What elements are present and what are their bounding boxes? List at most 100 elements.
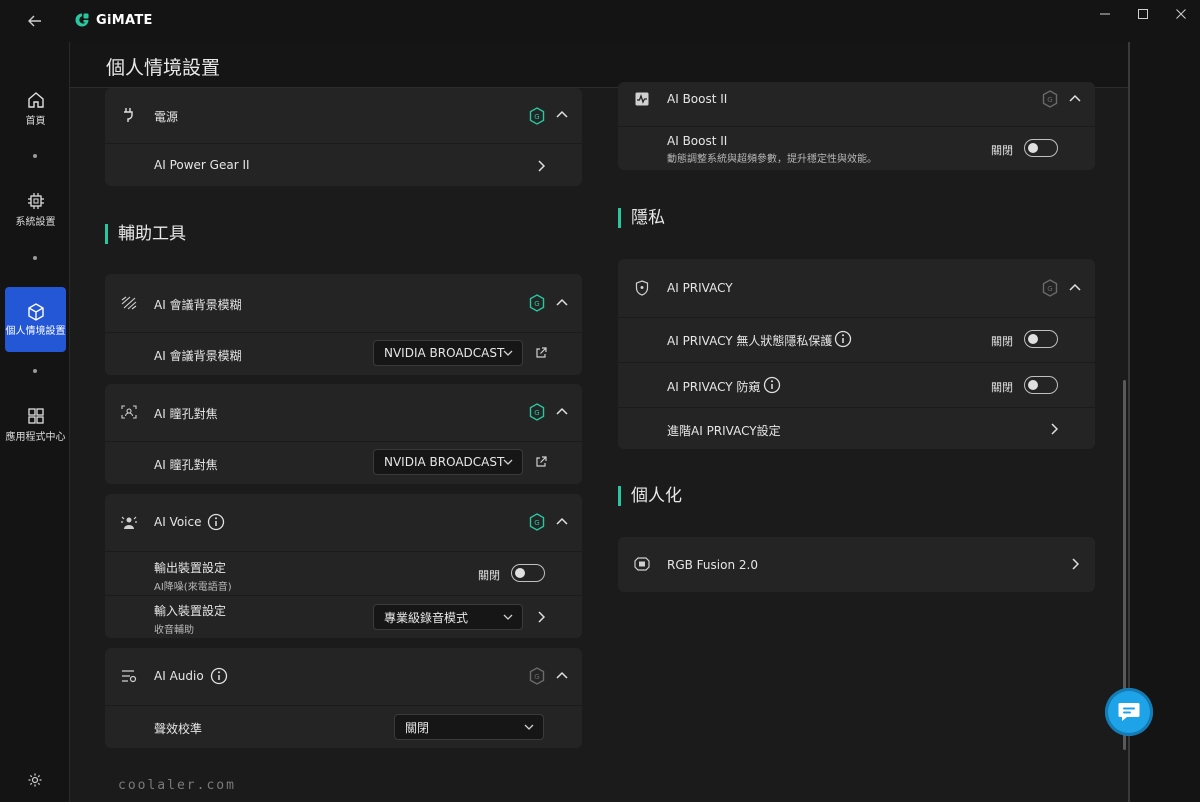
sidebar-item-home[interactable]: 首頁 xyxy=(5,90,66,128)
external-link-icon xyxy=(536,347,547,358)
chevron-right-icon xyxy=(1051,423,1058,435)
sidebar-item-system[interactable]: 系統設置 xyxy=(5,191,66,229)
shield-lock-icon xyxy=(635,280,649,296)
ai-audio-title: AI Audio xyxy=(154,669,204,683)
select-value: 關閉 xyxy=(405,720,430,735)
nav-separator-dot xyxy=(33,154,37,158)
gear-icon xyxy=(28,773,42,787)
chevron-right-icon xyxy=(538,160,545,172)
nav-separator-dot xyxy=(33,256,37,260)
power-title: 電源 xyxy=(154,110,179,124)
minimize-button[interactable] xyxy=(1086,0,1124,28)
svg-text:G: G xyxy=(534,409,539,417)
watermark-text: coolaler.com xyxy=(118,778,236,793)
ai-hex-badge-icon: G xyxy=(1042,90,1058,108)
close-icon xyxy=(1176,9,1186,19)
sound-calibration-select[interactable]: 關閉 xyxy=(394,714,544,740)
chevron-up-icon xyxy=(556,671,568,679)
chevron-up-icon xyxy=(556,407,568,415)
chevron-down-icon xyxy=(503,614,513,620)
power-gear-row[interactable]: AI Power Gear II xyxy=(105,144,582,186)
maximize-icon xyxy=(1138,9,1148,19)
privacy-anti-peek-toggle[interactable] xyxy=(1024,376,1058,394)
close-button[interactable] xyxy=(1162,0,1200,28)
sidebar-item-label: 首頁 xyxy=(25,116,46,127)
chevron-right-icon xyxy=(538,611,545,623)
sidebar-item-apps[interactable]: 應用程式中心 xyxy=(5,406,66,444)
rgb-fusion-title: RGB Fusion 2.0 xyxy=(667,558,758,572)
cube-icon xyxy=(27,302,44,321)
ai-boost-title: AI Boost II xyxy=(667,92,728,106)
voice-output-toggle[interactable] xyxy=(511,564,545,582)
privacy-absence-label: AI PRIVACY 無人狀態隱私保護 xyxy=(667,334,833,348)
sound-calibration-row: 聲效校準 關閉 xyxy=(105,706,582,748)
chevron-right-icon xyxy=(1072,558,1079,570)
privacy-advanced-label: 進階AI PRIVACY設定 xyxy=(667,424,781,438)
blur-pattern-icon xyxy=(121,296,137,310)
eye-focus-provider-select[interactable]: NVIDIA BROADCAST xyxy=(373,449,523,475)
svg-text:G: G xyxy=(1047,285,1052,293)
settings-button[interactable] xyxy=(27,772,43,788)
blur-card: AI 會議背景模糊 G AI 會議背景模糊 NVIDIA BROADCAST xyxy=(105,274,582,375)
blur-setting-label: AI 會議背景模糊 xyxy=(154,349,242,363)
sidebar-item-label: 應用程式中心 xyxy=(5,432,66,443)
app-name: GiMATE xyxy=(96,12,153,28)
voice-input-sub: 收音輔助 xyxy=(154,625,194,636)
svg-text:G: G xyxy=(534,300,539,308)
back-button[interactable] xyxy=(24,10,46,32)
privacy-anti-peek-label: AI PRIVACY 防窺 xyxy=(667,380,761,394)
voice-output-sub: AI降噪(來電語音) xyxy=(154,582,232,593)
section-title-tools: 輔助工具 xyxy=(105,224,186,244)
ai-boost-card: AI Boost II G AI Boost II 動態調整系統與超頻參數，提升… xyxy=(618,82,1095,170)
chat-support-button[interactable] xyxy=(1105,688,1153,736)
eye-focus-header[interactable]: AI 瞳孔對焦 G xyxy=(105,384,582,441)
sidebar-item-personal[interactable]: 個人情境設置 xyxy=(5,287,66,352)
ai-privacy-card: AI PRIVACY G AI PRIVACY 無人狀態隱私保護 關閉 AI P… xyxy=(618,259,1095,449)
blur-header[interactable]: AI 會議背景模糊 G xyxy=(105,274,582,332)
app-logo: GiMATE xyxy=(74,12,153,28)
chevron-up-icon xyxy=(1069,94,1081,102)
ai-audio-header[interactable]: AI Audio G xyxy=(105,648,582,705)
ai-audio-card: AI Audio G 聲效校準 關閉 xyxy=(105,648,582,748)
privacy-anti-peek-row: AI PRIVACY 防窺 關閉 xyxy=(618,363,1095,407)
privacy-anti-peek-state: 關閉 xyxy=(991,381,1013,394)
info-icon xyxy=(763,376,781,394)
ai-privacy-header[interactable]: AI PRIVACY G xyxy=(618,259,1095,317)
chevron-up-icon xyxy=(556,517,568,525)
ai-boost-desc: 動態調整系統與超頻參數，提升穩定性與效能。 xyxy=(667,154,877,165)
eye-focus-setting-row: AI 瞳孔對焦 NVIDIA BROADCAST xyxy=(105,442,582,484)
chevron-down-icon xyxy=(524,724,534,730)
nav-separator-dot xyxy=(33,369,37,373)
privacy-absence-toggle[interactable] xyxy=(1024,330,1058,348)
ai-voice-title: AI Voice xyxy=(154,515,202,529)
chevron-up-icon xyxy=(556,298,568,306)
external-link-icon xyxy=(536,456,547,467)
minimize-icon xyxy=(1100,13,1110,15)
maximize-button[interactable] xyxy=(1124,0,1162,28)
eye-focus-setting-label: AI 瞳孔對焦 xyxy=(154,458,218,472)
power-header[interactable]: 電源 G xyxy=(105,88,582,143)
face-focus-icon xyxy=(121,405,137,419)
eye-focus-title: AI 瞳孔對焦 xyxy=(154,407,218,421)
ai-hex-badge-icon: G xyxy=(529,513,545,531)
select-value: 專業級錄音模式 xyxy=(384,610,469,625)
voice-input-mode-select[interactable]: 專業級錄音模式 xyxy=(373,604,523,630)
voice-output-state: 關閉 xyxy=(478,569,500,582)
svg-text:G: G xyxy=(534,519,539,527)
privacy-advanced-row[interactable]: 進階AI PRIVACY設定 xyxy=(618,408,1095,449)
main-panel: 個人情境設置 電源 G AI Power Gear II 輔助工具 AI 會議背… xyxy=(69,42,1129,802)
ai-boost-toggle[interactable] xyxy=(1024,139,1058,157)
blur-provider-select[interactable]: NVIDIA BROADCAST xyxy=(373,340,523,366)
ai-hex-badge-icon: G xyxy=(529,294,545,312)
chevron-up-icon xyxy=(556,110,568,118)
ai-privacy-title: AI PRIVACY xyxy=(667,281,733,295)
privacy-absence-row: AI PRIVACY 無人狀態隱私保護 關閉 xyxy=(618,318,1095,362)
power-plug-icon xyxy=(124,108,133,122)
sidebar-item-label: 個人情境設置 xyxy=(5,325,66,337)
ai-boost-header[interactable]: AI Boost II G xyxy=(618,82,1095,126)
voice-input-label: 輸入裝置設定 xyxy=(154,604,227,618)
ai-voice-header[interactable]: AI Voice G xyxy=(105,494,582,551)
chat-bubble-icon xyxy=(1118,703,1140,721)
rgb-fusion-card[interactable]: RGB Fusion 2.0 xyxy=(618,537,1095,592)
blur-title: AI 會議背景模糊 xyxy=(154,298,242,312)
